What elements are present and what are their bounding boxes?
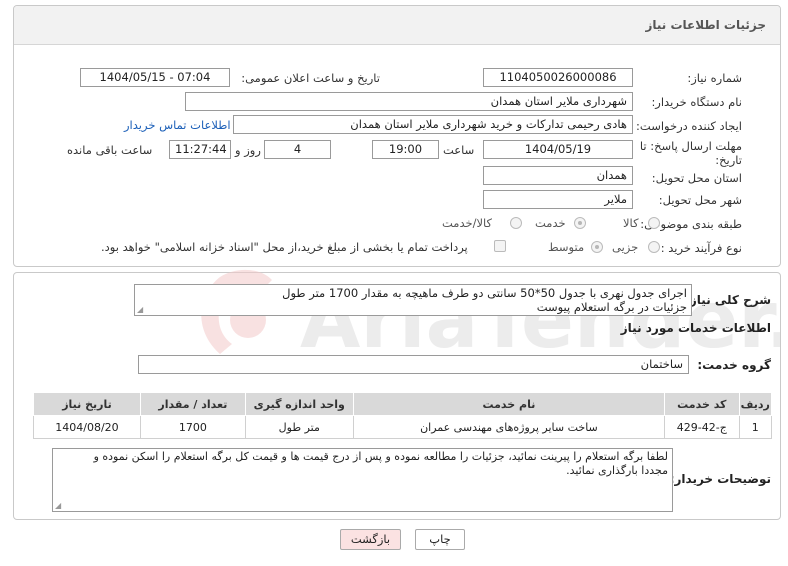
cell-need-date: 1404/08/20 bbox=[33, 415, 141, 439]
summary-label: شرح کلی نیاز: bbox=[685, 293, 771, 307]
category-service-radio[interactable] bbox=[574, 217, 586, 229]
col-row-number: ردیف bbox=[738, 392, 773, 416]
col-unit: واحد اندازه گیری bbox=[244, 392, 354, 416]
need-number-field: 1104050026000086 bbox=[483, 68, 633, 87]
buyer-notes-line-1: لطفا برگه استعلام را پیرینت نمائید، جزئی… bbox=[93, 450, 668, 463]
deadline-date-field: 1404/05/19 bbox=[483, 140, 633, 159]
need-number-label: شماره نیاز: bbox=[687, 71, 742, 85]
category-goods-service-label: کالا/خدمت bbox=[442, 216, 493, 230]
cell-unit: متر طول bbox=[244, 415, 354, 439]
cell-quantity: 1700 bbox=[139, 415, 246, 439]
requester-label: ایجاد کننده درخواست: bbox=[636, 119, 742, 133]
process-minor-radio[interactable] bbox=[648, 241, 660, 253]
requester-field: هادی رحیمی تدارکات و خرید شهرداری ملایر … bbox=[233, 115, 633, 134]
days-label: روز و bbox=[235, 143, 261, 157]
table-row: 1 ج-42-429 ساخت سایر پروژه‌های مهندسی عم… bbox=[33, 415, 773, 439]
process-label: نوع فرآیند خرید : bbox=[660, 241, 742, 255]
cell-service-name: ساخت سایر پروژه‌های مهندسی عمران bbox=[352, 415, 666, 439]
col-need-date: تاریخ نیاز bbox=[33, 392, 141, 416]
services-heading: اطلاعات خدمات مورد نیاز bbox=[620, 321, 771, 335]
page-title: جزئیات اطلاعات نیاز bbox=[645, 18, 766, 32]
category-goods-service-radio[interactable] bbox=[510, 217, 522, 229]
panel-titlebar: جزئیات اطلاعات نیاز bbox=[14, 6, 780, 45]
buyer-notes-label: توضیحات خریدار: bbox=[669, 472, 771, 486]
buyer-notes-textarea[interactable]: لطفا برگه استعلام را پیرینت نمائید، جزئی… bbox=[52, 448, 673, 512]
summary-line-1: اجرای جدول نهری با جدول 50*50 سانتی دو ط… bbox=[282, 286, 687, 300]
city-field: ملایر bbox=[483, 190, 633, 209]
cell-row-number: 1 bbox=[738, 415, 773, 439]
process-medium-radio[interactable] bbox=[591, 241, 603, 253]
deadline-days-field: 4 bbox=[264, 140, 331, 159]
province-label: استان محل تحویل: bbox=[651, 171, 742, 185]
deadline-label-date: تاریخ: bbox=[715, 153, 742, 167]
province-field: همدان bbox=[483, 166, 633, 185]
process-minor-label: جزیی bbox=[612, 240, 639, 254]
remaining-time-field: 11:27:44 bbox=[169, 140, 231, 159]
category-goods-label: کالا bbox=[623, 216, 639, 230]
process-medium-label: متوسط bbox=[548, 240, 585, 254]
buyer-org-label: نام دستگاه خریدار: bbox=[651, 95, 742, 109]
buyer-org-field: شهرداری ملایر استان همدان bbox=[185, 92, 633, 111]
announce-datetime-field: 1404/05/15 - 07:04 bbox=[80, 68, 230, 87]
services-table: ردیف کد خدمت نام خدمت واحد اندازه گیری ت… bbox=[33, 392, 773, 439]
summary-line-2: جزئیات در برگه استعلام پیوست bbox=[536, 300, 687, 314]
service-group-label: گروه خدمت: bbox=[697, 358, 771, 372]
buyer-contact-link[interactable]: اطلاعات تماس خریدار bbox=[124, 118, 231, 132]
treasury-payment-note: پرداخت تمام یا بخشی از مبلغ خرید،از محل … bbox=[101, 240, 468, 254]
city-label: شهر محل تحویل: bbox=[658, 193, 742, 207]
table-header-row: ردیف کد خدمت نام خدمت واحد اندازه گیری ت… bbox=[33, 392, 773, 416]
treasury-payment-checkbox[interactable] bbox=[494, 240, 506, 252]
announce-datetime-label: تاریخ و ساعت اعلان عمومی: bbox=[241, 71, 380, 85]
service-group-field: ساختمان bbox=[138, 355, 689, 374]
cell-service-code: ج-42-429 bbox=[664, 415, 740, 439]
deadline-time-label: ساعت bbox=[443, 143, 475, 157]
resize-grip-icon[interactable]: ◢ bbox=[137, 306, 143, 314]
category-service-label: خدمت bbox=[535, 216, 566, 230]
col-quantity: تعداد / مقدار bbox=[139, 392, 246, 416]
deadline-time-field: 19:00 bbox=[372, 140, 439, 159]
resize-grip-icon[interactable]: ◢ bbox=[55, 502, 61, 510]
col-service-code: کد خدمت bbox=[664, 392, 740, 416]
summary-textarea[interactable]: اجرای جدول نهری با جدول 50*50 سانتی دو ط… bbox=[134, 284, 692, 316]
print-button[interactable]: چاپ bbox=[415, 529, 465, 550]
back-button[interactable]: بازگشت bbox=[340, 529, 401, 550]
buyer-notes-line-2: مجددا بارگذاری نمائید. bbox=[566, 464, 668, 477]
category-goods-radio[interactable] bbox=[648, 217, 660, 229]
deadline-label: مهلت ارسال پاسخ: تا bbox=[639, 139, 742, 153]
remaining-time-label: ساعت باقی مانده bbox=[67, 143, 153, 157]
col-service-name: نام خدمت bbox=[352, 392, 666, 416]
